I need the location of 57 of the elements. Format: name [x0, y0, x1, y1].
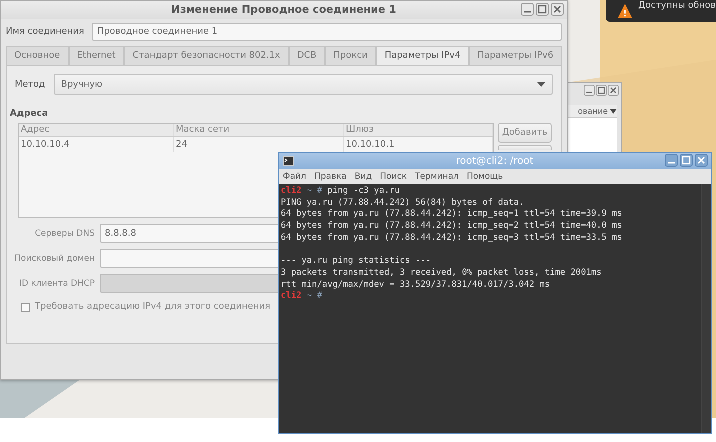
input-field[interactable] — [100, 249, 281, 268]
close-button[interactable] — [551, 3, 564, 16]
checkbox[interactable] — [21, 302, 30, 312]
output-line: PING ya.ru (77.88.44.242) 56(84) bytes of data. — [281, 198, 524, 210]
notification-text: Доступны обнов — [638, 1, 716, 11]
method-dropdown[interactable]: Вручную — [54, 74, 553, 95]
close-button[interactable] — [608, 85, 619, 96]
menu-item[interactable]: Терминал — [415, 172, 459, 182]
section-heading: Адреса — [10, 109, 50, 119]
caret-icon — [537, 82, 546, 87]
tab[interactable]: Параметры IPv4 — [376, 46, 470, 65]
tab[interactable]: Стандарт безопасности 802.1x — [124, 46, 289, 65]
maximize-button[interactable] — [536, 3, 549, 16]
menu-item[interactable]: Помощь — [466, 172, 504, 182]
prompt-line: cli2 ~ # — [281, 291, 324, 303]
dropdown-value: Вручную — [61, 80, 103, 90]
tab[interactable]: Ethernet — [68, 46, 124, 65]
add-button[interactable]: Добавить — [498, 123, 552, 143]
output-line: 64 bytes from ya.ru (77.88.44.242): icmp_seq=1 ttl=54 time=39.9 ms — [281, 209, 624, 221]
field-label: Поисковый домен — [14, 254, 95, 264]
tab[interactable]: DCB — [288, 46, 326, 65]
menu-item[interactable]: Файл — [283, 172, 306, 182]
field-label: ID клиента DHCP — [18, 278, 95, 288]
minimize-button[interactable] — [521, 3, 534, 16]
tab[interactable]: Параметры IPv6 — [469, 46, 562, 65]
column-header[interactable]: Маска сети — [174, 124, 344, 136]
column-header[interactable]: Шлюз — [344, 124, 493, 136]
output-line: rtt min/avg/max/mdev = 33.529/37.831/40.017/3.042 ms — [281, 280, 552, 291]
window-title: root@cli2: /root — [456, 156, 534, 166]
column-header[interactable]: Адрес — [19, 124, 174, 136]
field-label: Метод — [15, 80, 46, 90]
scrollbar[interactable] — [701, 184, 711, 433]
field-label: Имя соединения — [6, 27, 84, 37]
terminal-icon — [283, 156, 294, 166]
checkbox-label: Требовать адресацию IPv4 для этого соединения — [35, 302, 271, 312]
name-field[interactable]: Проводное соединение 1 — [92, 23, 562, 41]
output-line: 64 bytes from ya.ru (77.88.44.242): icmp_seq=3 ttl=54 time=33.5 ms — [281, 232, 624, 244]
output-line: 64 bytes from ya.ru (77.88.44.242): icmp_seq=2 ttl=54 time=40.0 ms — [281, 221, 624, 233]
field-label: Серверы DNS — [34, 228, 95, 238]
table-cell: 10.10.10.4 — [19, 137, 174, 152]
output-line: 3 packets transmitted, 3 received, 0% packet loss, time 2001ms — [281, 268, 603, 280]
input-field[interactable]: 8.8.8.8 — [100, 224, 281, 243]
maximize-button[interactable] — [596, 85, 607, 96]
maximize-button[interactable] — [680, 154, 693, 167]
prompt-line: cli2 ~ # ping -c3 ya.ru — [281, 186, 402, 198]
menu-item[interactable]: Поиск — [380, 172, 408, 182]
window-title: Изменение Проводное соединение 1 — [1, 1, 567, 19]
output-line: --- ya.ru ping statistics --- — [281, 256, 432, 268]
caret-icon — [610, 108, 617, 114]
minimize-button[interactable] — [584, 85, 595, 96]
tab[interactable]: Прокси — [325, 46, 376, 65]
tab[interactable]: Основное — [6, 46, 69, 65]
close-button[interactable] — [695, 154, 708, 167]
warning-icon — [618, 4, 632, 18]
minimize-button[interactable] — [665, 154, 678, 167]
menu-item[interactable]: Правка — [314, 172, 347, 182]
menu-item[interactable]: Вид — [354, 172, 372, 182]
